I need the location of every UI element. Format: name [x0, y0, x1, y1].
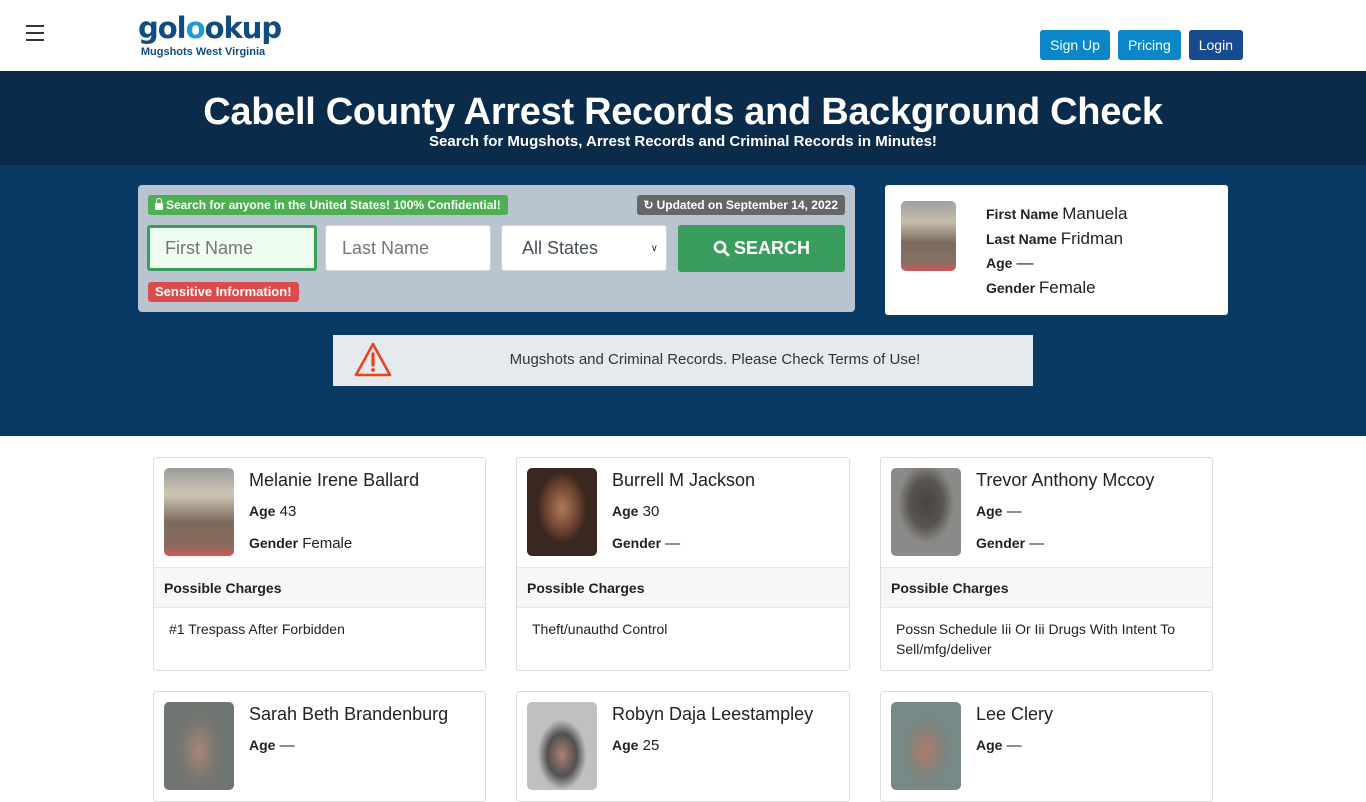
search-button-label: SEARCH — [733, 238, 810, 258]
terms-notice: Mugshots and Criminal Records. Please Ch… — [333, 335, 1033, 386]
featured-mugshot — [901, 201, 956, 271]
record-name[interactable]: Melanie Irene Ballard — [249, 470, 419, 491]
record-age: Age 30 — [612, 503, 660, 520]
record-age: Age — — [976, 737, 1022, 754]
record-gender: Gender Female — [249, 535, 353, 552]
charges-text: Theft/unauthd Control — [532, 621, 668, 637]
sign-up-button[interactable]: Sign Up — [1040, 30, 1110, 60]
mugshot-photo — [527, 702, 597, 790]
record-name[interactable]: Trevor Anthony Mccoy — [976, 470, 1154, 491]
record-card[interactable]: Trevor Anthony Mccoy Age — Gender — Poss… — [880, 457, 1213, 671]
lock-icon — [155, 198, 163, 210]
chevron-down-icon: ∨ — [650, 243, 658, 254]
search-button[interactable]: SEARCH — [678, 225, 845, 272]
record-age: Age — — [976, 503, 1022, 520]
notice-text: Mugshots and Criminal Records. Please Ch… — [509, 351, 921, 368]
logo-wordmark: golookup — [138, 11, 282, 45]
mugshot-photo — [164, 702, 234, 790]
updated-badge: ↻ Updated on September 14, 2022 — [636, 195, 845, 215]
featured-gender: Female — [1038, 277, 1096, 297]
featured-first-name: Manuela — [1062, 204, 1128, 223]
hero-banner: Cabell County Arrest Records and Backgro… — [0, 71, 1366, 165]
mugshot-photo — [891, 702, 961, 790]
refresh-icon: ↻ — [643, 198, 654, 212]
charges-text: Possn Schedule Iii Or Iii Drugs With Int… — [896, 621, 1176, 657]
record-name[interactable]: Lee Clery — [976, 704, 1053, 725]
state-select-value: All States — [522, 237, 599, 258]
records-grid: Melanie Irene Ballard Age 43 Gender Fema… — [153, 457, 1213, 802]
record-age: Age 43 — [249, 503, 297, 520]
record-gender: Gender — — [976, 535, 1045, 552]
record-age: Age — — [249, 737, 295, 754]
featured-last-name: Fridman — [1060, 228, 1124, 248]
featured-age: — — [1016, 253, 1034, 272]
confidential-badge: Search for anyone in the United States! … — [148, 195, 508, 215]
login-button[interactable]: Login — [1188, 30, 1243, 60]
top-navbar: golookup Mugshots West Virginia Sign Up … — [0, 0, 1366, 71]
nav-buttons: Sign Up Pricing Login — [1040, 30, 1243, 60]
record-card[interactable]: Melanie Irene Ballard Age 43 Gender Fema… — [153, 457, 486, 671]
record-card[interactable]: Burrell M Jackson Age 30 Gender — Possib… — [516, 457, 850, 671]
logo-subtitle: Mugshots West Virginia — [140, 46, 266, 58]
record-card[interactable]: Lee Clery Age — — [880, 691, 1213, 802]
hamburger-menu-icon[interactable] — [26, 25, 44, 41]
search-form: Search for anyone in the United States! … — [138, 185, 855, 312]
record-name[interactable]: Burrell M Jackson — [612, 470, 755, 491]
page-title: Cabell County Arrest Records and Backgro… — [203, 91, 1163, 133]
record-card[interactable]: Robyn Daja Leestampley Age 25 — [516, 691, 850, 802]
record-name[interactable]: Sarah Beth Brandenburg — [249, 704, 448, 725]
site-logo[interactable]: golookup Mugshots West Virginia — [138, 11, 282, 58]
charges-heading: Possible Charges — [154, 567, 485, 608]
mugshot-photo — [527, 468, 597, 556]
featured-record-card[interactable]: First Name Manuela Last Name Fridman Age… — [885, 185, 1228, 315]
sensitive-info-badge: Sensitive Information! — [148, 282, 299, 302]
charges-heading: Possible Charges — [517, 567, 849, 608]
first-name-input[interactable] — [147, 225, 317, 271]
pricing-button[interactable]: Pricing — [1117, 30, 1181, 60]
last-name-input[interactable] — [325, 225, 491, 271]
record-name[interactable]: Robyn Daja Leestampley — [612, 704, 813, 725]
page-subtitle: Search for Mugshots, Arrest Records and … — [429, 133, 937, 150]
mugshot-photo — [164, 468, 234, 556]
search-section: Search for anyone in the United States! … — [0, 165, 1366, 436]
charges-text: #1 Trespass After Forbidden — [169, 621, 345, 637]
search-icon — [713, 240, 730, 257]
record-age: Age 25 — [612, 737, 660, 754]
mugshot-photo — [891, 468, 961, 556]
record-gender: Gender — — [612, 535, 681, 552]
record-card[interactable]: Sarah Beth Brandenburg Age — — [153, 691, 486, 802]
charges-heading: Possible Charges — [881, 567, 1212, 608]
featured-record-info: First Name Manuela Last Name Fridman Age… — [986, 204, 1128, 297]
state-select[interactable]: All States ∨ — [501, 225, 667, 271]
